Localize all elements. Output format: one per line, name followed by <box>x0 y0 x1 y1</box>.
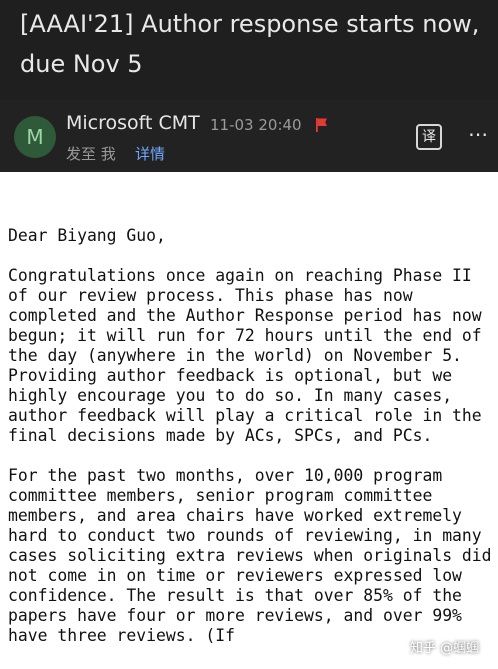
email-body: Dear Biyang Guo, Congratulations once ag… <box>8 226 494 666</box>
recipient-label: 发至 我 <box>66 145 116 163</box>
email-view: [AAAI'21] Author response starts now, du… <box>0 0 498 669</box>
greeting: Dear Biyang Guo, <box>8 226 166 245</box>
sender-avatar[interactable]: M <box>14 116 56 158</box>
flag-icon[interactable] <box>316 118 328 132</box>
watermark: 知乎 @蝈蝈 <box>410 641 480 656</box>
body-paragraph-1: Congratulations once again on reaching P… <box>8 266 482 445</box>
details-link[interactable]: 详情 <box>135 143 165 164</box>
email-timestamp: 11-03 20:40 <box>210 116 302 134</box>
body-paragraph-2: For the past two months, over 10,000 pro… <box>8 466 492 645</box>
translate-icon[interactable]: 译 <box>416 124 442 150</box>
email-subject: [AAAI'21] Author response starts now, du… <box>20 10 480 78</box>
more-options-icon[interactable]: ⋯ <box>464 124 492 148</box>
sender-name[interactable]: Microsoft CMT <box>66 112 200 134</box>
